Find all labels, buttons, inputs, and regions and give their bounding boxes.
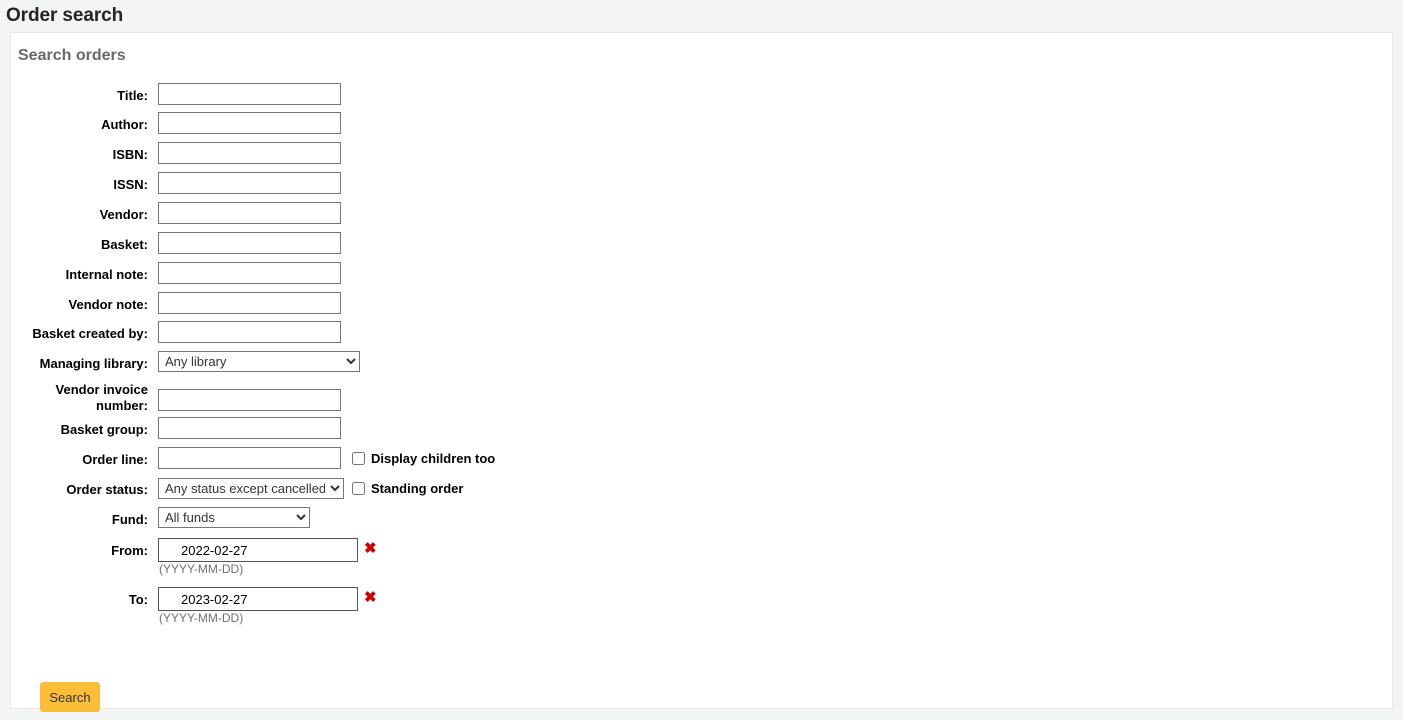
clear-date-from-icon[interactable]: ✖	[364, 541, 377, 556]
order-line-input[interactable]	[158, 447, 341, 469]
form-row-basket: Basket:	[11, 231, 1392, 261]
label-vendor-note: Vendor note:	[68, 297, 148, 312]
search-orders-panel: Search orders Title: Author: ISBN: ISSN:	[10, 32, 1393, 712]
isbn-input[interactable]	[158, 142, 341, 164]
label-issn: ISSN:	[113, 177, 148, 192]
form-row-fund: Fund: All funds	[11, 507, 1392, 537]
form-row-date-to: To: ✖ (YYYY-MM-DD)	[11, 586, 1392, 635]
form-row-vendor-invoice-number: Vendor invoice number:	[11, 380, 1392, 420]
clear-date-to-icon[interactable]: ✖	[364, 590, 377, 605]
label-basket-created-by: Basket created by:	[32, 326, 148, 341]
date-from-hint: (YYYY-MM-DD)	[159, 562, 244, 576]
label-isbn: ISBN:	[112, 147, 148, 162]
panel-legend: Search orders	[18, 47, 126, 64]
order-search-form: Title: Author: ISBN: ISSN: Vendor: Baske…	[11, 81, 1392, 635]
display-children-checkbox[interactable]	[352, 452, 365, 465]
display-children-checkbox-group[interactable]: Display children too	[352, 451, 495, 466]
standing-order-checkbox-group[interactable]: Standing order	[352, 481, 463, 496]
internal-note-input[interactable]	[158, 262, 341, 284]
basket-group-input[interactable]	[158, 417, 341, 439]
vendor-invoice-number-input[interactable]	[158, 389, 341, 411]
label-order-status: Order status:	[66, 482, 148, 497]
label-vendor-invoice-number: Vendor invoice number:	[55, 382, 148, 413]
label-date-from: From:	[111, 543, 148, 558]
form-row-issn: ISSN:	[11, 171, 1392, 201]
form-row-vendor: Vendor:	[11, 201, 1392, 231]
managing-library-select[interactable]: Any library	[158, 351, 360, 372]
label-basket: Basket:	[101, 237, 148, 252]
display-children-label[interactable]: Display children too	[371, 451, 495, 466]
label-title: Title:	[117, 88, 148, 103]
author-input[interactable]	[158, 112, 341, 134]
label-date-to: To:	[128, 592, 148, 607]
label-internal-note: Internal note:	[65, 267, 148, 282]
label-author: Author:	[101, 117, 148, 132]
order-status-select[interactable]: Any status except cancelled	[158, 478, 344, 499]
issn-input[interactable]	[158, 172, 341, 194]
standing-order-label[interactable]: Standing order	[371, 481, 463, 496]
basket-input[interactable]	[158, 232, 341, 254]
date-to-hint: (YYYY-MM-DD)	[159, 611, 244, 625]
label-basket-group: Basket group:	[60, 422, 148, 437]
form-row-order-status: Order status: Any status except cancelle…	[11, 478, 1392, 510]
fund-select[interactable]: All funds	[158, 507, 310, 528]
form-row-basket-created-by: Basket created by:	[11, 320, 1392, 350]
page-title: Order search	[6, 5, 124, 26]
search-button[interactable]: Search	[40, 682, 100, 712]
form-row-author: Author:	[11, 111, 1392, 141]
label-vendor: Vendor:	[99, 207, 148, 222]
date-from-input[interactable]	[158, 538, 358, 562]
form-row-managing-library: Managing library: Any library	[11, 350, 1392, 380]
date-to-input[interactable]	[158, 587, 358, 611]
form-row-date-from: From: ✖ (YYYY-MM-DD)	[11, 537, 1392, 586]
form-row-order-line: Order line: Display children too	[11, 447, 1392, 480]
label-order-line: Order line:	[82, 452, 148, 467]
form-row-title: Title:	[11, 81, 1392, 111]
title-input[interactable]	[158, 83, 341, 105]
basket-created-by-input[interactable]	[158, 321, 341, 343]
label-managing-library: Managing library:	[39, 356, 148, 371]
label-fund: Fund:	[111, 512, 148, 527]
standing-order-checkbox[interactable]	[352, 482, 365, 495]
form-row-isbn: ISBN:	[11, 141, 1392, 171]
form-row-vendor-note: Vendor note:	[11, 291, 1392, 320]
vendor-input[interactable]	[158, 202, 341, 224]
vendor-note-input[interactable]	[158, 292, 341, 314]
form-row-internal-note: Internal note:	[11, 261, 1392, 291]
form-row-basket-group: Basket group:	[11, 417, 1392, 450]
